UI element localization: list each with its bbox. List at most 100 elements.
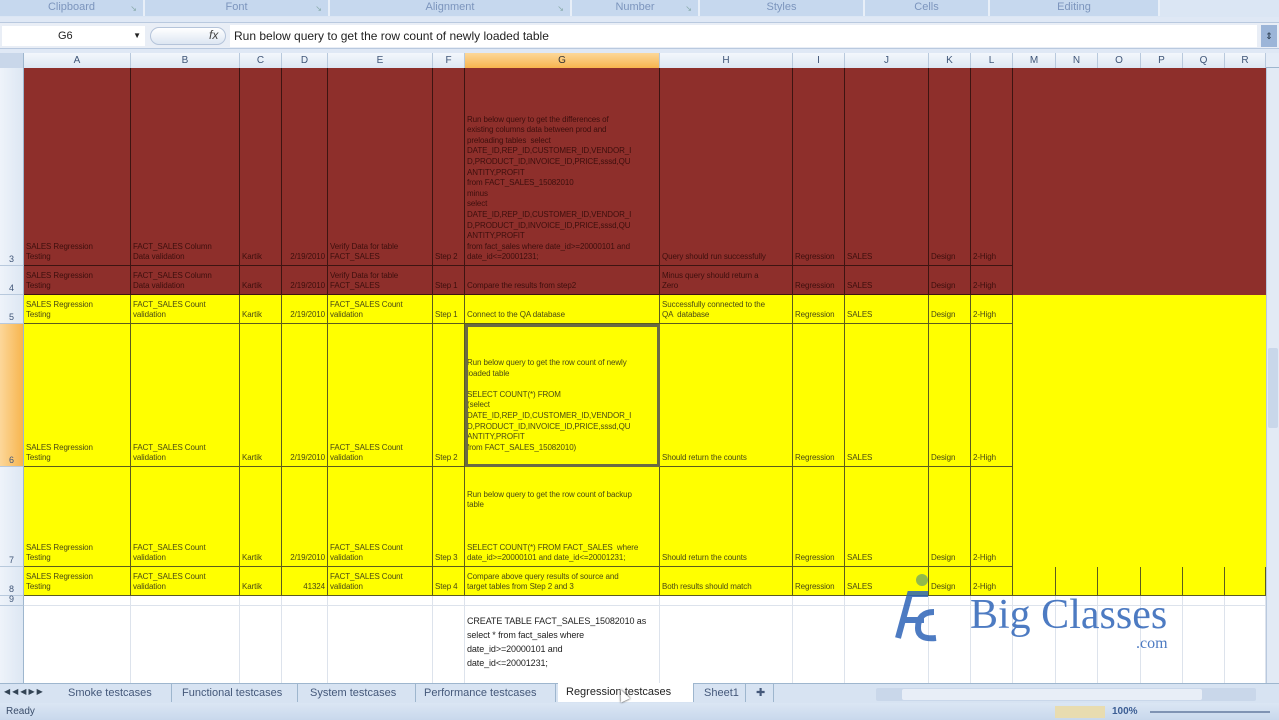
cell-c4[interactable]: Kartik (240, 266, 282, 295)
cell-i5[interactable]: Regression (793, 295, 845, 324)
cell-i9[interactable] (793, 596, 845, 606)
cell-r8[interactable] (1225, 567, 1266, 596)
zoom-level[interactable]: 100% (1112, 703, 1138, 720)
cell-i4[interactable]: Regression (793, 266, 845, 295)
cell-m6[interactable] (1013, 324, 1056, 467)
cell-m5[interactable] (1013, 295, 1056, 324)
cell-p6[interactable] (1141, 324, 1183, 467)
cell-o4[interactable] (1098, 266, 1141, 295)
column-header-p[interactable]: P (1141, 53, 1183, 68)
column-header-r[interactable]: R (1225, 53, 1266, 68)
select-all-button[interactable] (0, 53, 24, 68)
column-header-m[interactable]: M (1013, 53, 1056, 68)
column-header-i[interactable]: I (793, 53, 845, 68)
cell-m3[interactable] (1013, 68, 1056, 266)
cell-f7[interactable]: Step 3 (433, 467, 465, 567)
cell-h8[interactable]: Both results should match (660, 567, 793, 596)
cell-q9[interactable] (1183, 596, 1225, 606)
cell-l3[interactable]: 2-High (971, 68, 1013, 266)
cell-b10[interactable] (131, 606, 240, 683)
cell-f9[interactable] (433, 596, 465, 606)
cell-m7[interactable] (1013, 467, 1056, 567)
cell-a8[interactable]: SALES Regression Testing (24, 567, 131, 596)
column-header-l[interactable]: L (971, 53, 1013, 68)
cell-c10[interactable] (240, 606, 282, 683)
cell-a10[interactable] (24, 606, 131, 683)
horizontal-scroll-thumb[interactable] (902, 689, 1202, 700)
sheet-tab-sheet1[interactable]: Sheet1 (696, 684, 746, 702)
column-header-e[interactable]: E (328, 53, 433, 68)
cell-b5[interactable]: FACT_SALES Count validation (131, 295, 240, 324)
cell-o6[interactable] (1098, 324, 1141, 467)
cell-n5[interactable] (1056, 295, 1098, 324)
sheet-tab-functional-testcases[interactable]: Functional testcases (174, 684, 298, 702)
cell-r4[interactable] (1225, 266, 1266, 295)
cell-n4[interactable] (1056, 266, 1098, 295)
cell-r3[interactable] (1225, 68, 1266, 266)
cell-j4[interactable]: SALES (845, 266, 929, 295)
cell-d4[interactable]: 2/19/2010 (282, 266, 328, 295)
cell-c5[interactable]: Kartik (240, 295, 282, 324)
row-header[interactable] (0, 606, 24, 683)
cell-d5[interactable]: 2/19/2010 (282, 295, 328, 324)
cell-q8[interactable] (1183, 567, 1225, 596)
cell-i3[interactable]: Regression (793, 68, 845, 266)
cell-q3[interactable] (1183, 68, 1225, 266)
row-header[interactable]: 5 (0, 295, 24, 324)
cell-l4[interactable]: 2-High (971, 266, 1013, 295)
vertical-scroll-thumb[interactable] (1268, 348, 1278, 428)
cell-f4[interactable]: Step 1 (433, 266, 465, 295)
row-header[interactable]: 8 (0, 567, 24, 596)
cell-j6[interactable]: SALES (845, 324, 929, 467)
cell-a6[interactable]: SALES Regression Testing (24, 324, 131, 467)
cell-k5[interactable]: Design (929, 295, 971, 324)
insert-sheet-icon[interactable]: ✚ (748, 684, 774, 702)
cell-q5[interactable] (1183, 295, 1225, 324)
cell-d7[interactable]: 2/19/2010 (282, 467, 328, 567)
cell-o7[interactable] (1098, 467, 1141, 567)
cell-k6[interactable]: Design (929, 324, 971, 467)
cell-n6[interactable] (1056, 324, 1098, 467)
formula-input[interactable]: Run below query to get the row count of … (230, 25, 1257, 47)
cell-l7[interactable]: 2-High (971, 467, 1013, 567)
cell-g4[interactable]: Compare the results from step2 (465, 266, 660, 295)
column-header-j[interactable]: J (845, 53, 929, 68)
chevron-down-icon[interactable]: ▼ (133, 26, 141, 46)
cell-f5[interactable]: Step 1 (433, 295, 465, 324)
cell-c3[interactable]: Kartik (240, 68, 282, 266)
cell-p7[interactable] (1141, 467, 1183, 567)
dialog-launcher-icon[interactable]: ↘ (315, 1, 322, 16)
cell-b3[interactable]: FACT_SALES Column Data validation (131, 68, 240, 266)
cell-h10[interactable] (660, 606, 793, 683)
row-header[interactable]: 7 (0, 467, 24, 567)
cell-i6[interactable]: Regression (793, 324, 845, 467)
insert-function-button[interactable]: fx (150, 27, 226, 45)
cell-f8[interactable]: Step 4 (433, 567, 465, 596)
cell-l6[interactable]: 2-High (971, 324, 1013, 467)
column-header-d[interactable]: D (282, 53, 328, 68)
cell-h9[interactable] (660, 596, 793, 606)
cell-m4[interactable] (1013, 266, 1056, 295)
cell-h6[interactable]: Should return the counts (660, 324, 793, 467)
cell-d10[interactable] (282, 606, 328, 683)
column-header-g[interactable]: G (465, 53, 660, 68)
column-header-n[interactable]: N (1056, 53, 1098, 68)
cell-n7[interactable] (1056, 467, 1098, 567)
cell-p5[interactable] (1141, 295, 1183, 324)
cell-i7[interactable]: Regression (793, 467, 845, 567)
cell-g5[interactable]: Connect to the QA database (465, 295, 660, 324)
cell-a3[interactable]: SALES Regression Testing (24, 68, 131, 266)
column-header-b[interactable]: B (131, 53, 240, 68)
cell-e5[interactable]: FACT_SALES Count validation (328, 295, 433, 324)
cell-d3[interactable]: 2/19/2010 (282, 68, 328, 266)
cell-k4[interactable]: Design (929, 266, 971, 295)
cell-e3[interactable]: Verify Data for table FACT_SALES (328, 68, 433, 266)
column-header-k[interactable]: K (929, 53, 971, 68)
cell-g10[interactable]: CREATE TABLE FACT_SALES_15082010 as sele… (465, 606, 660, 683)
cell-f3[interactable]: Step 2 (433, 68, 465, 266)
cell-h7[interactable]: Should return the counts (660, 467, 793, 567)
cell-h3[interactable]: Query should run successfully (660, 68, 793, 266)
cell-h4[interactable]: Minus query should return a Zero (660, 266, 793, 295)
column-header-c[interactable]: C (240, 53, 282, 68)
column-header-h[interactable]: H (660, 53, 793, 68)
